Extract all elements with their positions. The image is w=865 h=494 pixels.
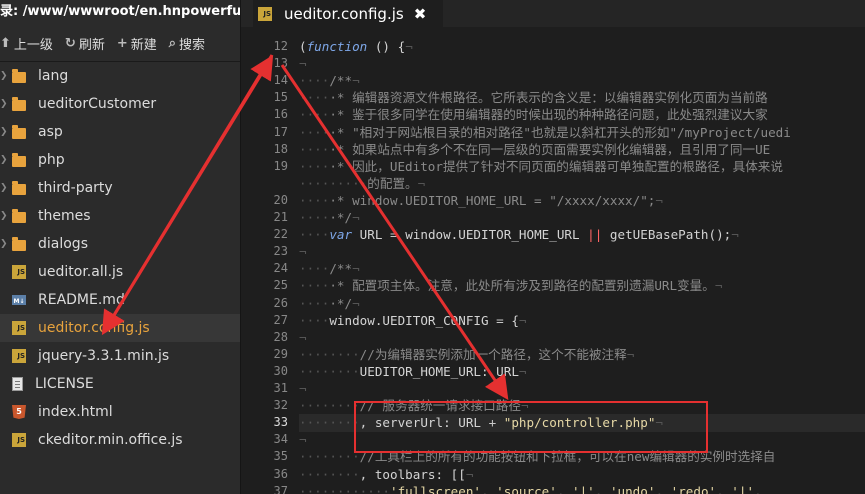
arrow-to-function bbox=[103, 54, 274, 331]
annotation-arrows bbox=[101, 54, 509, 400]
arrow-to-serverurl bbox=[280, 64, 509, 400]
